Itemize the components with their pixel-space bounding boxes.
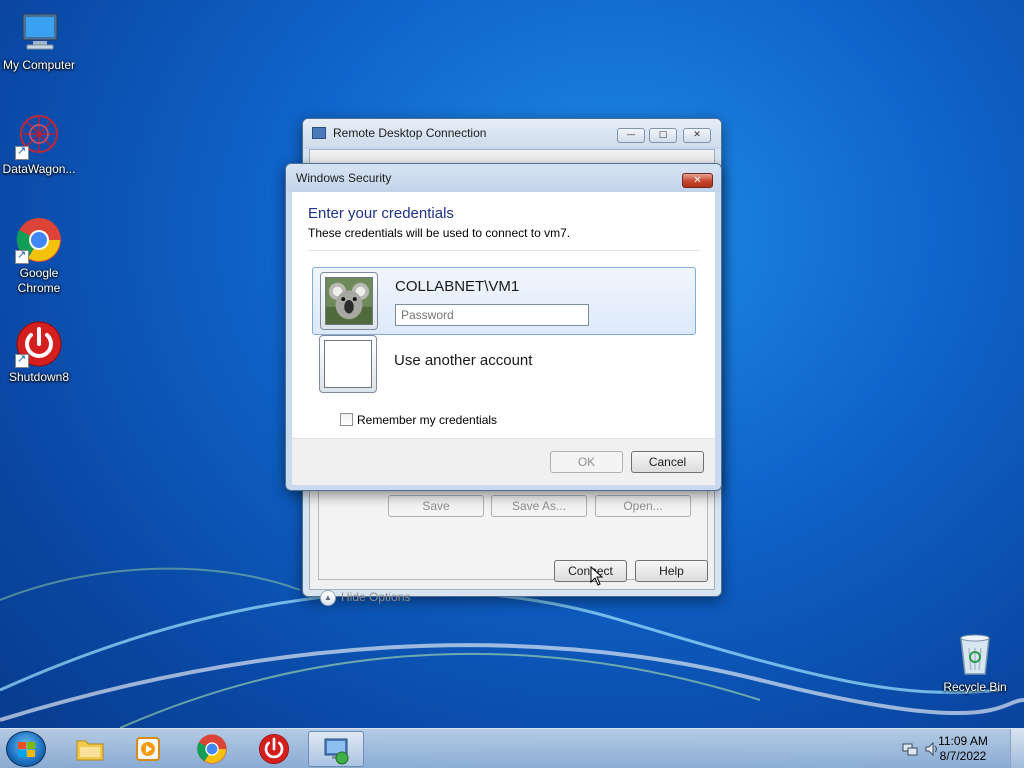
desktop-icon-recycle-bin[interactable]: Recycle Bin (936, 630, 1014, 695)
credential-tile-another-account[interactable]: Use another account (312, 335, 696, 408)
credentials-heading: Enter your credentials (308, 205, 454, 222)
blank-avatar-icon (324, 340, 372, 388)
remote-desktop-icon (312, 127, 326, 139)
security-title: Windows Security (296, 171, 392, 185)
windows-security-dialog[interactable]: Windows Security ✕ Enter your credential… (285, 163, 722, 491)
desktop-icon-label: My Computer (2, 58, 76, 72)
desktop-icon-label: Shutdown8 (8, 370, 70, 384)
help-button[interactable]: Help (635, 560, 708, 582)
rdc-title: Remote Desktop Connection (333, 126, 487, 140)
power-icon (15, 320, 63, 368)
avatar (320, 272, 378, 330)
remote-desktop-icon (324, 738, 349, 765)
taskbar-shutdown8[interactable] (246, 731, 302, 767)
minimize-button[interactable]: — (617, 128, 645, 143)
desktop-icon-my-computer[interactable]: My Computer (0, 8, 78, 73)
recycle-bin-icon (951, 630, 999, 678)
show-desktop-button[interactable] (1010, 729, 1024, 768)
desktop-icon-shutdown8[interactable]: Shutdown8 (0, 320, 78, 385)
close-button[interactable]: ✕ (682, 173, 713, 188)
shortcut-arrow-icon (15, 352, 29, 368)
taskbar-remote-desktop[interactable] (308, 731, 364, 767)
desktop-icon-label: Recycle Bin (943, 680, 1007, 694)
remember-credentials-checkbox[interactable]: Remember my credentials (340, 413, 497, 427)
system-tray: 11:09 AM 8/7/2022 (884, 729, 1024, 768)
open-button[interactable]: Open... (595, 495, 691, 517)
credentials-panel: Enter your credentials These credentials… (292, 192, 715, 438)
rdc-titlebar[interactable]: Remote Desktop Connection — □ ✕ (303, 119, 721, 147)
clock[interactable]: 11:09 AM 8/7/2022 (928, 734, 998, 764)
save-button[interactable]: Save (388, 495, 484, 517)
chevron-up-icon: ▲ (320, 590, 336, 606)
hide-options-label: Hide Options (341, 590, 411, 605)
desktop-icon-google-chrome[interactable]: Google Chrome (0, 216, 78, 296)
clock-time: 11:09 AM (938, 734, 988, 748)
desktop-icon-label: DataWagon... (2, 162, 76, 176)
datawagon-icon (15, 112, 63, 160)
taskbar: 11:09 AM 8/7/2022 (0, 728, 1024, 768)
maximize-button[interactable]: □ (649, 128, 677, 143)
hide-options-toggle[interactable]: ▲ Hide Options (320, 590, 410, 606)
desktop-icon-datawagon[interactable]: DataWagon... (0, 112, 78, 177)
mouse-cursor-icon (590, 566, 604, 586)
dialog-footer: OK Cancel (292, 438, 715, 485)
folder-icon (76, 740, 104, 761)
computer-icon (15, 8, 63, 56)
account-name: COLLABNET\VM1 (395, 278, 520, 295)
chrome-icon (197, 734, 227, 764)
clock-date: 8/7/2022 (939, 749, 987, 763)
shortcut-arrow-icon (15, 144, 29, 160)
taskbar-media-player[interactable] (120, 731, 176, 767)
checkbox-icon[interactable] (340, 413, 353, 426)
remember-label: Remember my credentials (357, 413, 498, 427)
credentials-subtext: These credentials will be used to connec… (308, 226, 571, 240)
taskbar-chrome[interactable] (184, 731, 240, 767)
another-account-label: Use another account (394, 352, 533, 369)
desktop-icon-label: Google Chrome (17, 266, 61, 295)
media-player-icon (136, 737, 160, 761)
ok-button[interactable]: OK (550, 451, 623, 473)
divider (308, 250, 700, 251)
credential-tile-current[interactable]: COLLABNET\VM1 (312, 267, 696, 335)
network-icon[interactable] (902, 741, 918, 757)
blank-avatar (319, 335, 377, 393)
shortcut-arrow-icon (15, 248, 29, 264)
chrome-icon (15, 216, 63, 264)
windows-logo-icon (18, 742, 36, 758)
password-field[interactable] (395, 304, 589, 326)
cancel-button[interactable]: Cancel (631, 451, 704, 473)
save-as-button[interactable]: Save As... (491, 495, 587, 517)
start-button[interactable] (6, 731, 46, 767)
taskbar-explorer[interactable] (62, 731, 118, 767)
koala-avatar-icon (325, 277, 373, 325)
security-titlebar[interactable]: Windows Security ✕ (286, 164, 721, 192)
close-button[interactable]: ✕ (683, 128, 711, 143)
power-icon (259, 734, 289, 764)
